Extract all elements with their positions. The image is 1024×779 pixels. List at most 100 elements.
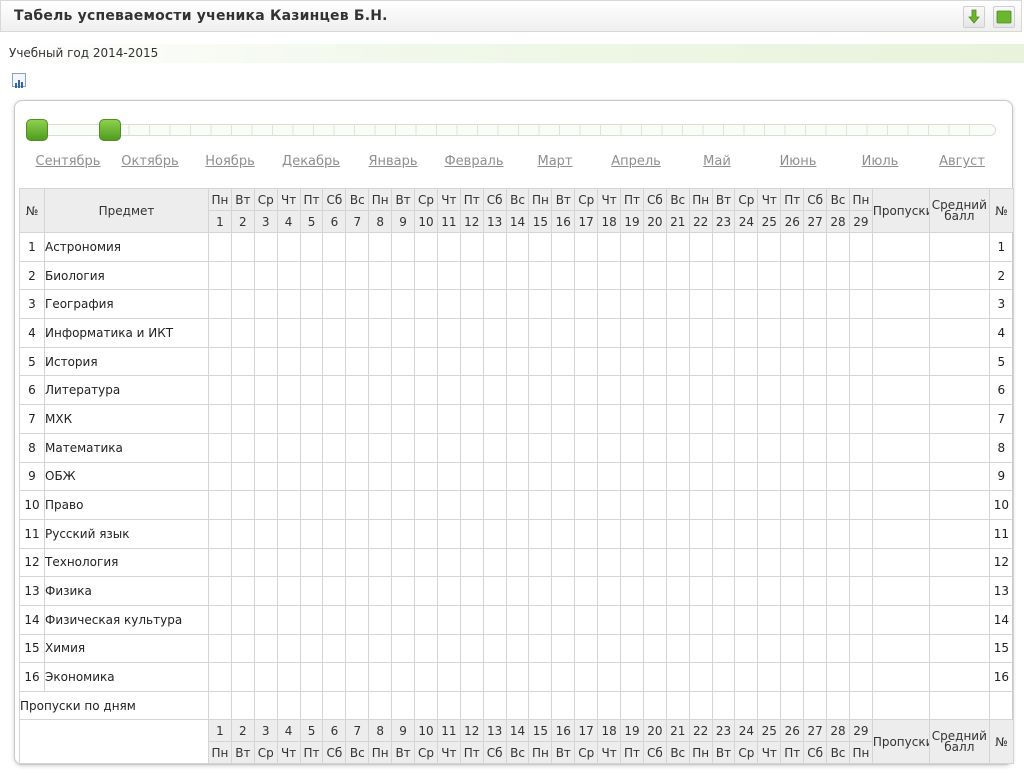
grade-cell[interactable] <box>505 404 530 434</box>
grade-cell[interactable] <box>642 604 667 635</box>
grade-cell[interactable] <box>620 461 644 492</box>
grade-cell[interactable] <box>597 633 622 664</box>
month-link-1[interactable]: Сентябрь <box>36 154 101 169</box>
grade-cell[interactable] <box>505 232 530 262</box>
grade-cell[interactable] <box>482 260 507 291</box>
grade-cell[interactable] <box>826 490 850 520</box>
grade-cell[interactable] <box>757 547 782 578</box>
grade-cell[interactable] <box>757 576 782 606</box>
grade-cell[interactable] <box>780 576 805 606</box>
grade-cell[interactable] <box>620 490 644 520</box>
grade-cell[interactable] <box>620 232 644 262</box>
grade-cell[interactable] <box>665 518 690 549</box>
grade-cell[interactable] <box>642 432 667 463</box>
grade-cell[interactable] <box>253 260 278 291</box>
grade-cell[interactable] <box>642 547 667 578</box>
grade-cell[interactable] <box>299 461 324 492</box>
grade-cell[interactable] <box>459 633 484 664</box>
grade-cell[interactable] <box>757 490 782 520</box>
grade-cell[interactable] <box>436 232 461 262</box>
grade-cell[interactable] <box>208 404 232 434</box>
grade-cell[interactable] <box>208 318 232 348</box>
grade-cell[interactable] <box>208 260 232 291</box>
grade-cell[interactable] <box>368 518 393 549</box>
grade-cell[interactable] <box>665 318 690 348</box>
grade-cell[interactable] <box>276 289 301 320</box>
grade-cell[interactable] <box>299 518 324 549</box>
grade-cell[interactable] <box>345 576 370 606</box>
grade-cell[interactable] <box>436 289 461 320</box>
grade-cell[interactable] <box>826 289 850 320</box>
grade-cell[interactable] <box>803 432 828 463</box>
grade-cell[interactable] <box>734 375 759 406</box>
grade-cell[interactable] <box>711 318 736 348</box>
grade-cell[interactable] <box>665 576 690 606</box>
grade-cell[interactable] <box>322 289 347 320</box>
grade-cell[interactable] <box>276 662 301 692</box>
month-link-11[interactable]: Июль <box>862 154 899 169</box>
grade-cell[interactable] <box>665 404 690 434</box>
grade-cell[interactable] <box>826 260 850 291</box>
grade-cell[interactable] <box>551 318 576 348</box>
grade-cell[interactable] <box>688 662 713 692</box>
grade-cell[interactable] <box>230 432 255 463</box>
grade-cell[interactable] <box>848 633 873 664</box>
grade-cell[interactable] <box>299 633 324 664</box>
grade-cell[interactable] <box>505 547 530 578</box>
grade-cell[interactable] <box>276 604 301 635</box>
grade-cell[interactable] <box>642 662 667 692</box>
grade-cell[interactable] <box>826 547 850 578</box>
grade-cell[interactable] <box>574 375 599 406</box>
grade-cell[interactable] <box>368 432 393 463</box>
grade-cell[interactable] <box>230 518 255 549</box>
grade-cell[interactable] <box>620 375 644 406</box>
grade-cell[interactable] <box>368 604 393 635</box>
grade-cell[interactable] <box>459 432 484 463</box>
grade-cell[interactable] <box>734 346 759 377</box>
grade-cell[interactable] <box>299 662 324 692</box>
grade-cell[interactable] <box>299 547 324 578</box>
grade-cell[interactable] <box>459 375 484 406</box>
grade-cell[interactable] <box>505 432 530 463</box>
month-link-2[interactable]: Октябрь <box>121 154 178 169</box>
grade-cell[interactable] <box>757 318 782 348</box>
grade-cell[interactable] <box>780 318 805 348</box>
grade-cell[interactable] <box>826 375 850 406</box>
grade-cell[interactable] <box>757 432 782 463</box>
grade-cell[interactable] <box>665 346 690 377</box>
grade-cell[interactable] <box>368 662 393 692</box>
grade-cell[interactable] <box>620 576 644 606</box>
grade-cell[interactable] <box>734 547 759 578</box>
grade-cell[interactable] <box>414 404 438 434</box>
grade-cell[interactable] <box>551 576 576 606</box>
grade-cell[interactable] <box>230 232 255 262</box>
grade-cell[interactable] <box>780 346 805 377</box>
grade-cell[interactable] <box>780 518 805 549</box>
grade-cell[interactable] <box>848 289 873 320</box>
grade-cell[interactable] <box>345 260 370 291</box>
grade-cell[interactable] <box>414 346 438 377</box>
grade-cell[interactable] <box>505 490 530 520</box>
grade-cell[interactable] <box>276 375 301 406</box>
grade-cell[interactable] <box>482 375 507 406</box>
grade-cell[interactable] <box>391 318 416 348</box>
month-link-4[interactable]: Декабрь <box>282 154 340 169</box>
grade-cell[interactable] <box>299 318 324 348</box>
grade-cell[interactable] <box>848 375 873 406</box>
grade-cell[interactable] <box>276 461 301 492</box>
grade-cell[interactable] <box>642 404 667 434</box>
grade-cell[interactable] <box>597 604 622 635</box>
grade-cell[interactable] <box>414 375 438 406</box>
grade-cell[interactable] <box>391 490 416 520</box>
grade-cell[interactable] <box>597 432 622 463</box>
grade-cell[interactable] <box>620 260 644 291</box>
grade-cell[interactable] <box>345 633 370 664</box>
grade-cell[interactable] <box>276 547 301 578</box>
grade-cell[interactable] <box>528 604 553 635</box>
grade-cell[interactable] <box>757 346 782 377</box>
grade-cell[interactable] <box>551 346 576 377</box>
grade-cell[interactable] <box>574 604 599 635</box>
grade-cell[interactable] <box>826 576 850 606</box>
grade-cell[interactable] <box>414 318 438 348</box>
grade-cell[interactable] <box>230 346 255 377</box>
